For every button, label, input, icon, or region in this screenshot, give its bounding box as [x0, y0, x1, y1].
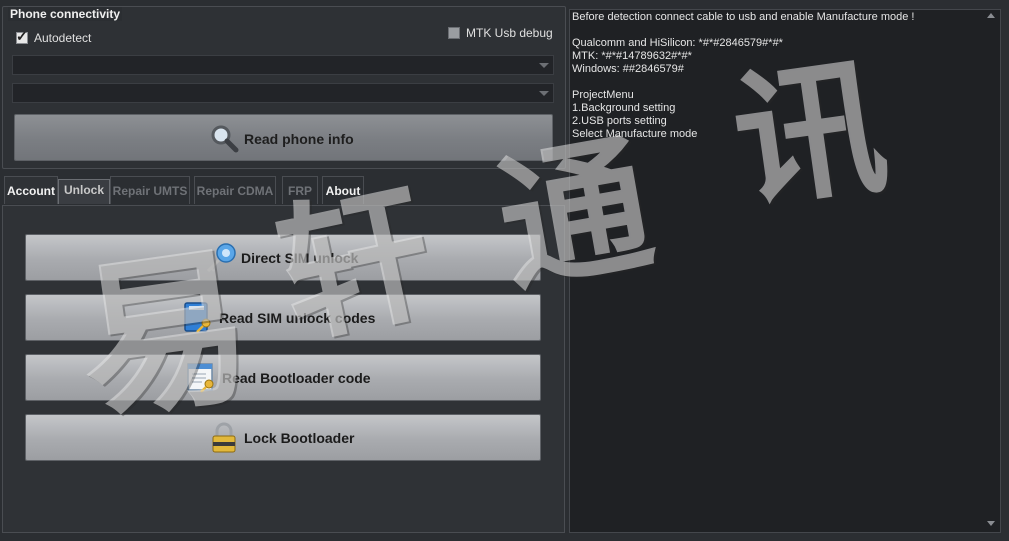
scroll-down-icon[interactable] [987, 521, 995, 526]
tab-repair-umts[interactable]: Repair UMTS [110, 176, 190, 204]
watermark-char-1: 易 [66, 224, 264, 446]
watermark-char-3: 通 [485, 115, 665, 315]
tab-unlock[interactable]: Unlock [58, 179, 110, 204]
phone-connectivity-title: Phone connectivity [8, 7, 123, 21]
autodetect-label[interactable]: Autodetect [34, 31, 91, 45]
read-phone-info-label: Read phone info [244, 131, 354, 147]
model-combo[interactable] [12, 83, 554, 103]
watermark-char-4: 讯 [723, 37, 897, 233]
tab-account[interactable]: Account [4, 176, 58, 204]
chevron-down-icon[interactable] [539, 63, 549, 68]
watermark-char-2: 轩 [263, 163, 447, 367]
checkmark-icon: ✓ [16, 28, 28, 44]
magnifier-icon [209, 123, 239, 158]
scroll-up-icon[interactable] [987, 13, 995, 18]
lock-bootloader-label: Lock Bootloader [244, 430, 355, 446]
port-combo[interactable] [12, 55, 554, 75]
chevron-down-icon[interactable] [539, 91, 549, 96]
mtk-usb-debug-checkbox[interactable] [448, 27, 460, 39]
mtk-usb-debug-label[interactable]: MTK Usb debug [466, 26, 553, 40]
